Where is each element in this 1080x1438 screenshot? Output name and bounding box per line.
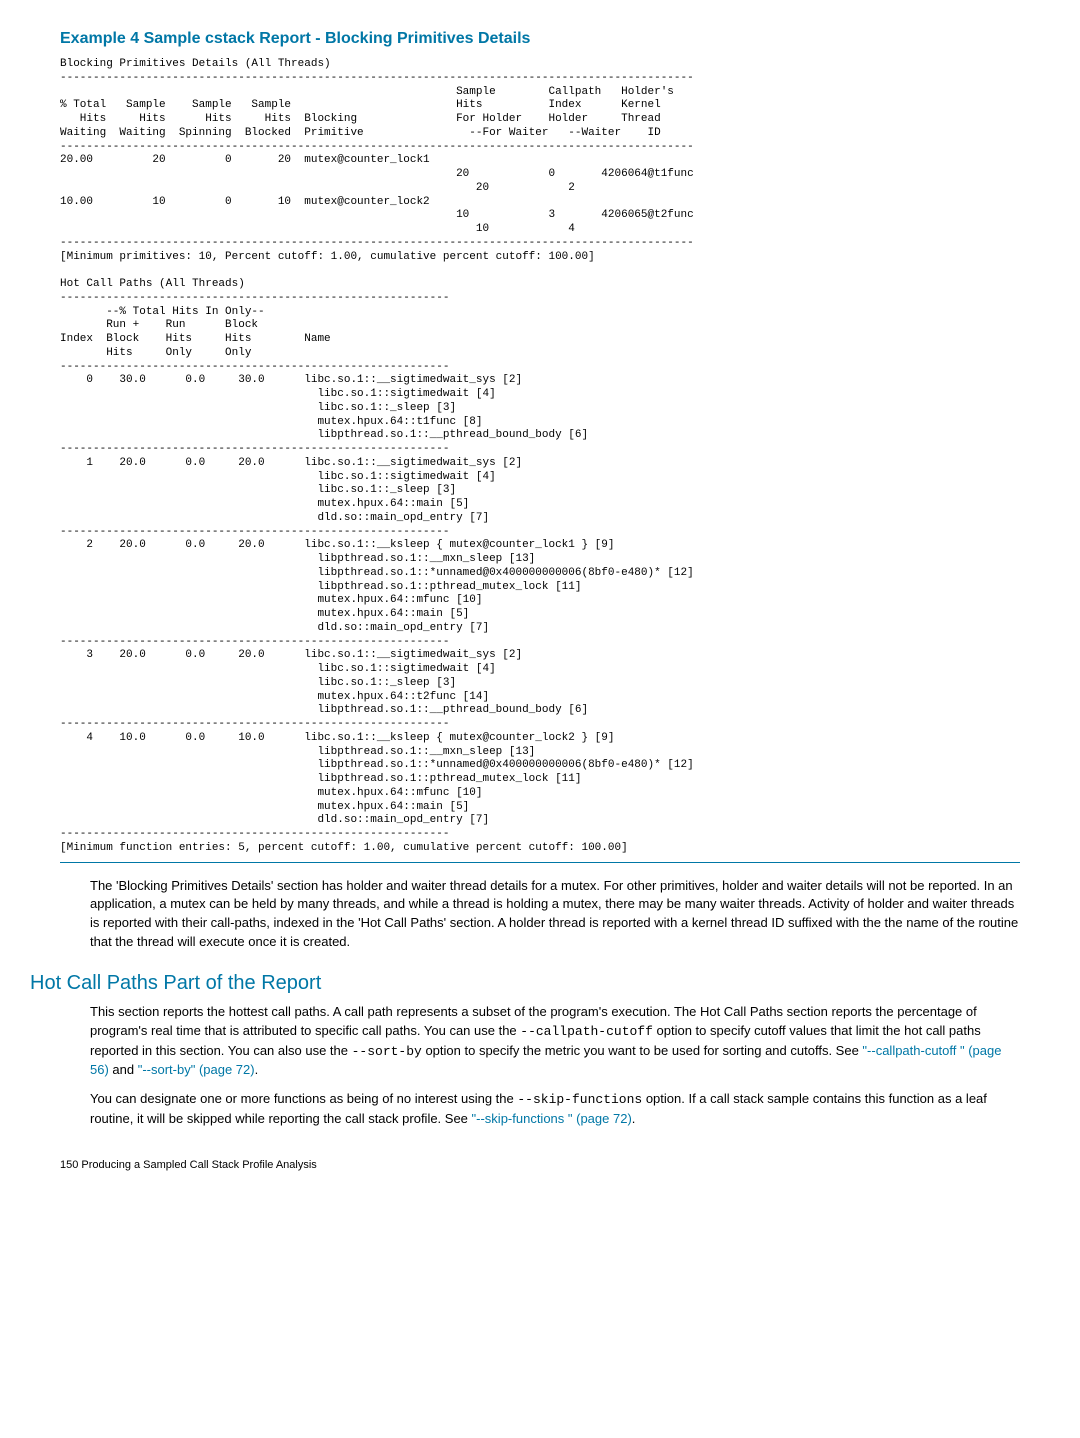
text: You can designate one or more functions …: [90, 1091, 517, 1106]
text: and: [109, 1062, 138, 1077]
code-callpath-cutoff: --callpath-cutoff: [520, 1024, 653, 1039]
paragraph-hot-call-paths-2: You can designate one or more functions …: [90, 1090, 1020, 1129]
code-sort-by: --sort-by: [352, 1044, 422, 1059]
example-title: Example 4 Sample cstack Report - Blockin…: [60, 30, 1020, 48]
page-footer: 150 Producing a Sampled Call Stack Profi…: [60, 1159, 1020, 1171]
link-sort-by[interactable]: "--sort-by" (page 72): [138, 1062, 255, 1077]
text: option to specify the metric you want to…: [422, 1043, 863, 1058]
section-title-hot-call-paths: Hot Call Paths Part of the Report: [30, 972, 1020, 995]
code-skip-functions: --skip-functions: [517, 1092, 642, 1107]
divider: [60, 862, 1020, 863]
link-skip-functions[interactable]: "--skip-functions " (page 72): [472, 1111, 632, 1126]
text: .: [632, 1111, 636, 1126]
paragraph-blocking-primitives: The 'Blocking Primitives Details' sectio…: [90, 877, 1020, 952]
text: .: [255, 1062, 259, 1077]
paragraph-hot-call-paths-1: This section reports the hottest call pa…: [90, 1003, 1020, 1080]
code-block: Blocking Primitives Details (All Threads…: [60, 58, 1020, 856]
